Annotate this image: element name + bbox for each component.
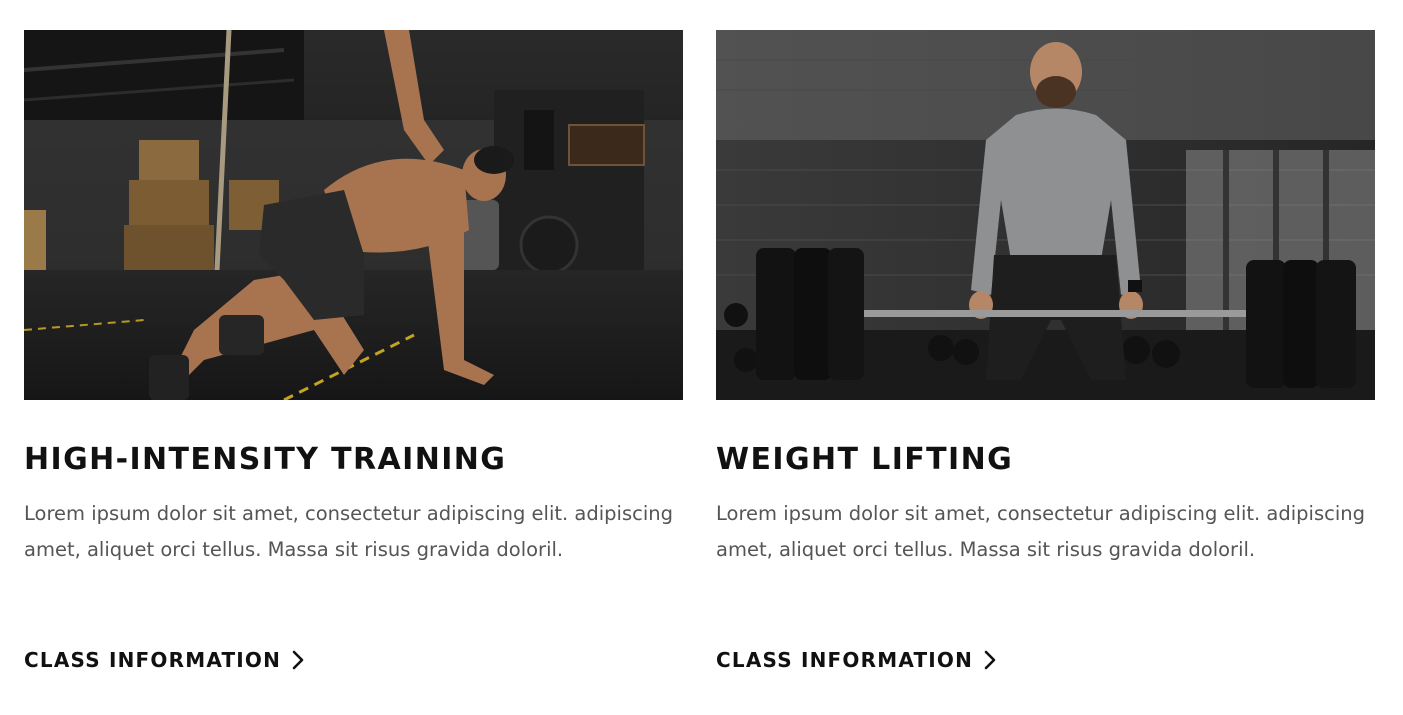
class-title: WEIGHT LIFTING xyxy=(716,442,1014,477)
class-information-link[interactable]: CLASS INFORMATION xyxy=(24,648,305,672)
class-photo-weightlifting[interactable] xyxy=(716,30,1375,400)
class-information-link[interactable]: CLASS INFORMATION xyxy=(716,648,997,672)
class-cards-section: HIGH-INTENSITY TRAINING Lorem ipsum dolo… xyxy=(0,0,1403,715)
class-card-hiit: HIGH-INTENSITY TRAINING Lorem ipsum dolo… xyxy=(24,30,683,672)
chevron-right-icon xyxy=(292,650,304,670)
class-photo-hiit[interactable] xyxy=(24,30,683,400)
class-information-label: CLASS INFORMATION xyxy=(24,648,282,672)
class-description: Lorem ipsum dolor sit amet, consectetur … xyxy=(716,502,1365,561)
class-information-label: CLASS INFORMATION xyxy=(716,648,974,672)
class-card-weightlifting: WEIGHT LIFTING Lorem ipsum dolor sit ame… xyxy=(716,30,1375,672)
class-description: Lorem ipsum dolor sit amet, consectetur … xyxy=(24,502,673,561)
chevron-right-icon xyxy=(984,650,996,670)
class-title: HIGH-INTENSITY TRAINING xyxy=(24,442,507,477)
